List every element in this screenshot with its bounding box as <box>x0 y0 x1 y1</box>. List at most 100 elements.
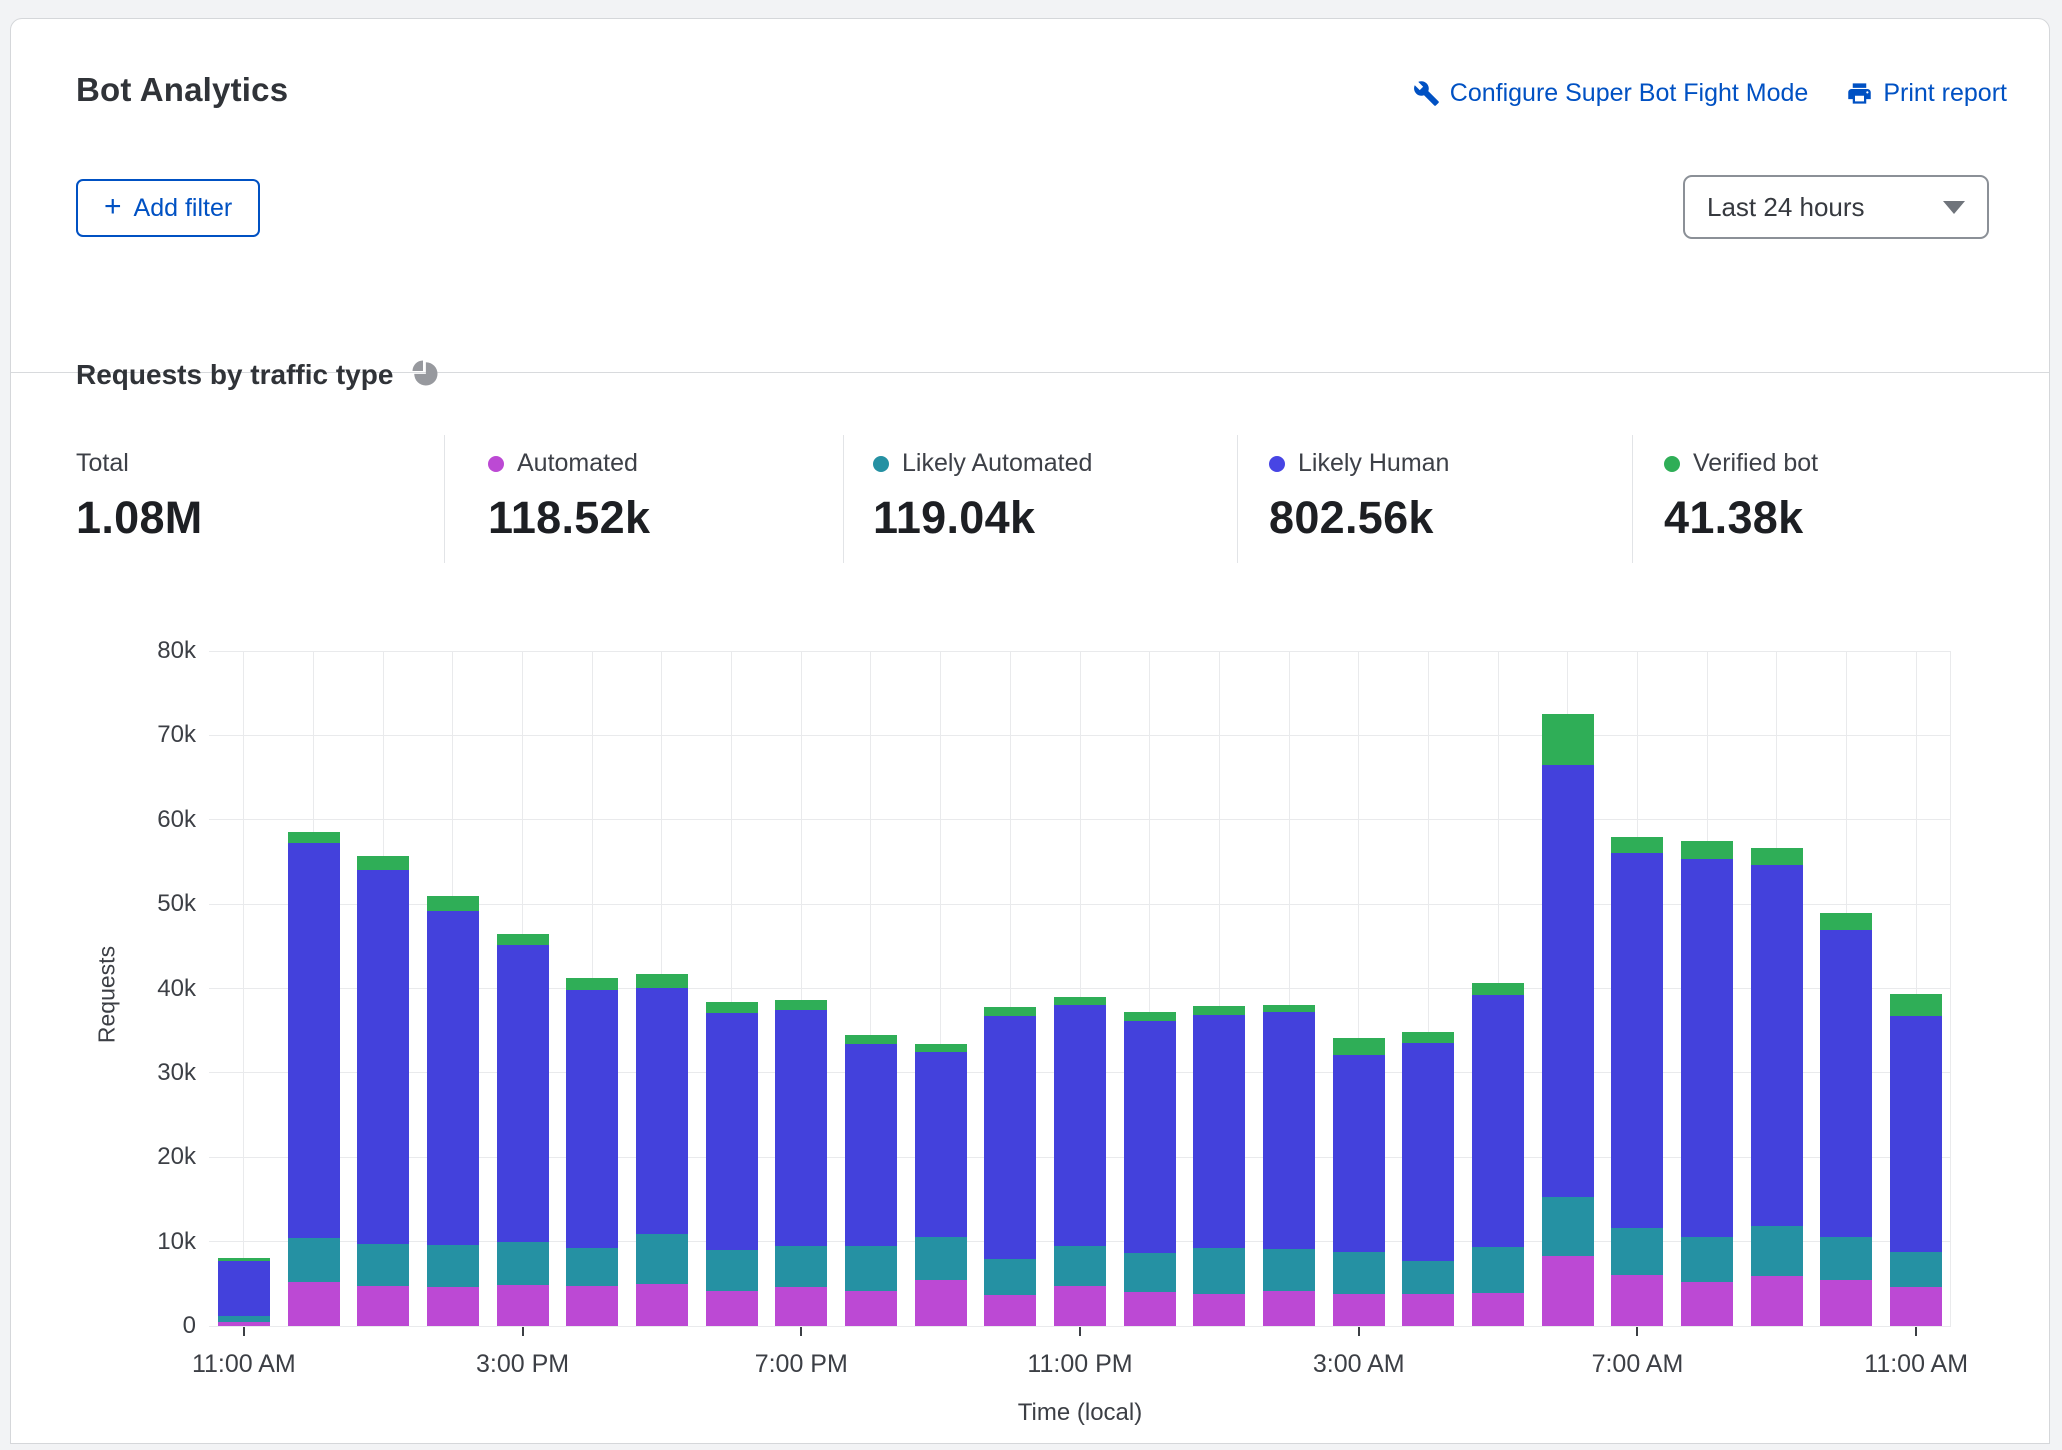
stat-value: 118.52k <box>488 492 650 544</box>
bar-segment-automated <box>1751 1276 1803 1326</box>
stacked-bar-hour-22[interactable] <box>1751 848 1803 1326</box>
traffic-type-stats-row: Total1.08MAutomated118.52kLikely Automat… <box>76 419 2016 594</box>
bar-segment-automated <box>636 1284 688 1326</box>
bar-segment-verified-bot <box>1681 841 1733 859</box>
bar-segment-verified-bot <box>1193 1006 1245 1014</box>
stacked-bar-hour-10[interactable] <box>915 1044 967 1326</box>
stacked-bar-hour-2[interactable] <box>357 856 409 1326</box>
section-title-row: Requests by traffic type <box>76 357 439 392</box>
y-tick-label: 60k <box>11 806 196 834</box>
configure-super-bot-fight-mode-link[interactable]: Configure Super Bot Fight Mode <box>1413 79 1809 108</box>
stacked-bar-hour-24[interactable] <box>1890 994 1942 1326</box>
stat-value: 119.04k <box>873 492 1092 544</box>
legend-dot <box>873 456 889 472</box>
stacked-bar-hour-21[interactable] <box>1681 841 1733 1326</box>
stacked-bar-hour-6[interactable] <box>636 974 688 1326</box>
bar-segment-likely-human <box>1472 995 1524 1246</box>
bar-segment-likely-automated <box>1751 1226 1803 1276</box>
stacked-bar-hour-20[interactable] <box>1611 837 1663 1326</box>
bar-segment-likely-human <box>566 990 618 1248</box>
stacked-bar-hour-1[interactable] <box>288 832 340 1326</box>
x-tick-label: 7:00 AM <box>1547 1350 1727 1379</box>
x-tick-mark <box>1636 1327 1638 1336</box>
add-filter-button[interactable]: + Add filter <box>76 179 260 237</box>
bar-segment-automated <box>984 1295 1036 1326</box>
requests-chart: Requests 010k20k30k40k50k60k70k80k11:00 … <box>11 651 2051 1445</box>
bar-segment-likely-human <box>1193 1015 1245 1248</box>
bar-segment-likely-human <box>706 1013 758 1250</box>
bot-analytics-card: Bot Analytics Configure Super Bot Fight … <box>10 18 2050 1444</box>
bar-segment-likely-human <box>288 843 340 1238</box>
print-report-link[interactable]: Print report <box>1846 79 2007 108</box>
bar-segment-likely-automated <box>1193 1248 1245 1294</box>
x-tick-mark <box>800 1327 802 1336</box>
bar-segment-automated <box>845 1291 897 1326</box>
bar-segment-likely-human <box>1890 1016 1942 1252</box>
stat-label: Likely Human <box>1298 449 1449 478</box>
bar-segment-likely-automated <box>1542 1197 1594 1256</box>
bar-segment-verified-bot <box>1472 983 1524 995</box>
bar-segment-automated <box>1333 1294 1385 1326</box>
stat-likely-human: Likely Human802.56k <box>1269 419 1449 544</box>
bar-segment-automated <box>218 1322 270 1326</box>
x-tick-mark <box>1358 1327 1360 1336</box>
stat-verified-bot: Verified bot41.38k <box>1664 419 1818 544</box>
bar-segment-likely-human <box>1402 1043 1454 1261</box>
stacked-bar-hour-9[interactable] <box>845 1035 897 1326</box>
bar-segment-verified-bot <box>1333 1038 1385 1055</box>
bar-segment-verified-bot <box>636 974 688 988</box>
bar-segment-likely-human <box>845 1044 897 1246</box>
bar-segment-likely-human <box>1611 853 1663 1228</box>
x-tick-mark <box>1079 1327 1081 1336</box>
stacked-bar-hour-12[interactable] <box>1054 997 1106 1326</box>
stacked-bar-hour-18[interactable] <box>1472 983 1524 1326</box>
stat-total: Total1.08M <box>76 419 203 544</box>
bar-segment-likely-human <box>427 911 479 1245</box>
bar-segment-likely-human <box>357 870 409 1245</box>
stacked-bar-hour-5[interactable] <box>566 978 618 1326</box>
stacked-bar-hour-11[interactable] <box>984 1007 1036 1326</box>
bar-segment-verified-bot <box>1820 913 1872 930</box>
bar-segment-likely-automated <box>1681 1237 1733 1282</box>
x-gridline <box>1950 651 1951 1326</box>
bar-segment-likely-human <box>1263 1012 1315 1249</box>
stacked-bar-hour-19[interactable] <box>1542 714 1594 1326</box>
bar-segment-verified-bot <box>915 1044 967 1052</box>
chart-plot-area <box>209 651 1951 1326</box>
bar-segment-likely-human <box>775 1010 827 1245</box>
stacked-bar-hour-4[interactable] <box>497 934 549 1326</box>
stacked-bar-hour-13[interactable] <box>1124 1012 1176 1326</box>
stacked-bar-hour-17[interactable] <box>1402 1032 1454 1326</box>
print-link-label: Print report <box>1883 79 2007 108</box>
stat-divider <box>843 435 844 563</box>
bar-segment-automated <box>1193 1294 1245 1326</box>
stat-value: 41.38k <box>1664 492 1818 544</box>
stacked-bar-hour-15[interactable] <box>1263 1005 1315 1326</box>
stacked-bar-hour-14[interactable] <box>1193 1006 1245 1326</box>
bar-segment-automated <box>1124 1292 1176 1326</box>
bar-segment-automated <box>1681 1282 1733 1326</box>
stacked-bar-hour-7[interactable] <box>706 1002 758 1326</box>
stacked-bar-hour-16[interactable] <box>1333 1038 1385 1326</box>
time-range-select[interactable]: Last 24 hours <box>1683 175 1989 239</box>
bar-segment-automated <box>1263 1291 1315 1326</box>
x-tick-mark <box>522 1327 524 1336</box>
bar-segment-automated <box>706 1291 758 1326</box>
stacked-bar-hour-23[interactable] <box>1820 913 1872 1326</box>
wrench-icon <box>1413 80 1440 107</box>
bar-segment-verified-bot <box>1124 1012 1176 1020</box>
stacked-bar-hour-3[interactable] <box>427 896 479 1326</box>
bar-segment-likely-automated <box>1333 1252 1385 1294</box>
bar-segment-verified-bot <box>357 856 409 870</box>
legend-dot <box>1269 456 1285 472</box>
bar-segment-verified-bot <box>1263 1005 1315 1012</box>
stacked-bar-hour-0[interactable] <box>218 1258 270 1326</box>
stacked-bar-hour-8[interactable] <box>775 1000 827 1326</box>
bar-segment-likely-human <box>915 1052 967 1237</box>
bar-segment-likely-automated <box>636 1234 688 1284</box>
stat-divider <box>1237 435 1238 563</box>
bar-segment-likely-automated <box>357 1244 409 1286</box>
configure-link-label: Configure Super Bot Fight Mode <box>1450 79 1809 108</box>
bar-segment-likely-automated <box>1263 1249 1315 1291</box>
bar-segment-verified-bot <box>566 978 618 990</box>
